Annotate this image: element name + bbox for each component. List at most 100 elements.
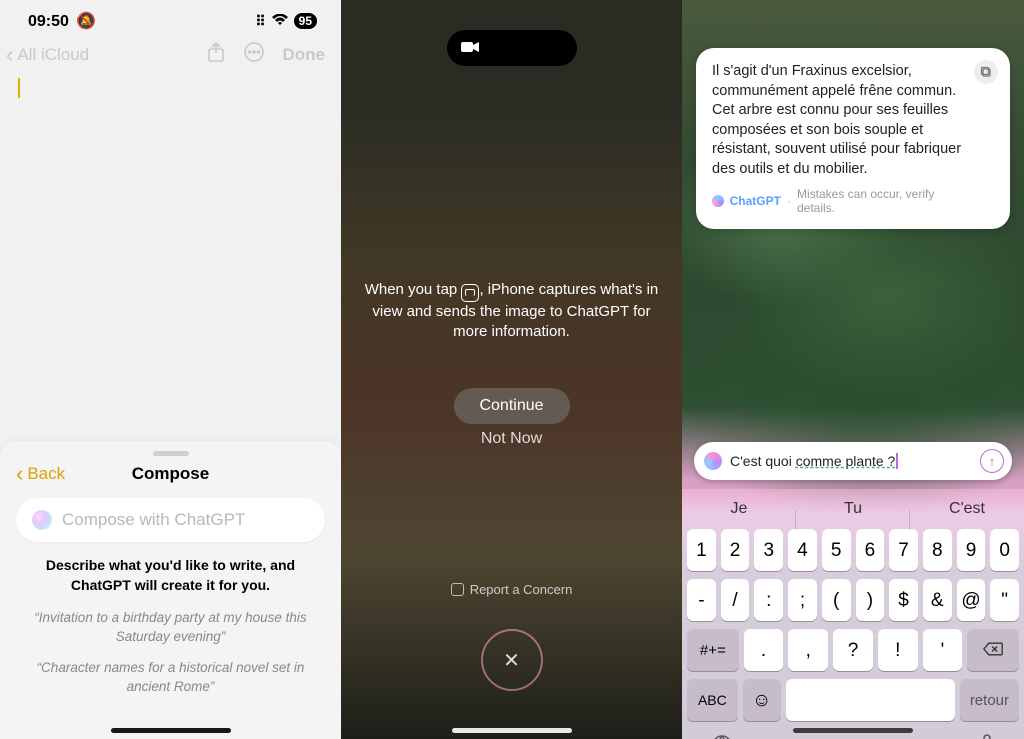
keyboard-row-2: - / : ; ( ) $ & @ "	[682, 579, 1024, 621]
tip-prefix: When you tap	[365, 281, 462, 298]
key-period[interactable]: .	[744, 629, 784, 671]
key-6[interactable]: 6	[856, 529, 885, 571]
report-link[interactable]: Report a Concern	[341, 582, 682, 597]
answer-card: Il s'agit d'un Fraxinus excelsior, commu…	[696, 48, 1010, 229]
panel-ask-chatgpt: Il s'agit d'un Fraxinus excelsior, commu…	[682, 0, 1024, 739]
key-exclaim[interactable]: !	[878, 629, 918, 671]
key-3[interactable]: 3	[754, 529, 783, 571]
panel-notes-compose: 09:50 🔕 ⠿ 95 ‹ All iCloud	[0, 0, 341, 739]
key-question[interactable]: ?	[833, 629, 873, 671]
status-right: ⠿ 95	[255, 13, 317, 30]
keyboard-row-1: 1 2 3 4 5 6 7 8 9 0	[682, 529, 1024, 571]
key-delete[interactable]	[967, 629, 1019, 671]
close-button[interactable]: ✕	[481, 629, 543, 691]
key-0[interactable]: 0	[990, 529, 1019, 571]
text-cursor	[896, 453, 898, 469]
compose-input[interactable]: Compose with ChatGPT	[16, 498, 325, 542]
video-icon	[461, 40, 479, 57]
chatgpt-icon	[712, 195, 724, 207]
ask-underlined: comme plante ?	[796, 453, 896, 469]
key-symbols[interactable]: #+=	[687, 629, 739, 671]
disclaimer-text: Mistakes can occur, verify details.	[797, 187, 970, 215]
intelligence-icon	[32, 510, 52, 530]
note-editor[interactable]	[0, 72, 341, 109]
time-value: 09:50	[28, 13, 69, 30]
ask-input[interactable]: C'est quoi comme plante ? ↑	[694, 442, 1012, 480]
key-dollar[interactable]: $	[889, 579, 918, 621]
chevron-left-icon: ‹	[16, 461, 23, 487]
sheet-back-label: Back	[27, 464, 65, 484]
dynamic-island[interactable]	[447, 30, 577, 66]
answer-meta: ChatGPT · Mistakes can occur, verify det…	[712, 187, 970, 215]
key-5[interactable]: 5	[822, 529, 851, 571]
done-button[interactable]: Done	[283, 45, 326, 65]
delete-icon	[983, 642, 1003, 659]
key-8[interactable]: 8	[923, 529, 952, 571]
key-space[interactable]	[786, 679, 955, 721]
sheet-grabber[interactable]	[153, 451, 189, 456]
dnd-icon: 🔕	[76, 13, 96, 30]
emoji-icon: ☺	[752, 691, 771, 710]
key-semicolon[interactable]: ;	[788, 579, 817, 621]
answer-source: ChatGPT	[730, 194, 781, 208]
compose-example-1: “Invitation to a birthday party at my ho…	[16, 605, 325, 655]
panel-visual-intelligence: When you tap , iPhone captures what's in…	[341, 0, 682, 739]
key-lparen[interactable]: (	[822, 579, 851, 621]
key-2[interactable]: 2	[721, 529, 750, 571]
close-icon: ✕	[503, 648, 520, 673]
home-indicator[interactable]	[793, 728, 913, 733]
key-return[interactable]: retour	[960, 679, 1019, 721]
key-colon[interactable]: :	[754, 579, 783, 621]
compose-example-2: “Character names for a historical novel …	[16, 655, 325, 705]
keyboard-row-3: #+= . , ? ! '	[682, 629, 1024, 671]
continue-button[interactable]: Continue	[453, 388, 569, 424]
key-4[interactable]: 4	[788, 529, 817, 571]
notes-nav: ‹ All iCloud Done	[0, 35, 341, 72]
key-emoji[interactable]: ☺	[743, 679, 781, 721]
status-time: 09:50 🔕	[28, 11, 96, 31]
sheet-back-button[interactable]: ‹ Back	[16, 461, 65, 487]
intelligence-icon	[704, 452, 722, 470]
keyboard-suggestions: Je Tu C'est	[682, 489, 1024, 529]
key-7[interactable]: 7	[889, 529, 918, 571]
key-apostrophe[interactable]: '	[923, 629, 963, 671]
keyboard: Je Tu C'est 1 2 3 4 5 6 7 8 9 0 - / : ;	[682, 489, 1024, 739]
send-button[interactable]: ↑	[980, 449, 1004, 473]
back-button[interactable]: ‹ All iCloud	[6, 44, 89, 66]
copy-button[interactable]	[974, 60, 998, 84]
key-1[interactable]: 1	[687, 529, 716, 571]
home-indicator[interactable]	[111, 728, 231, 733]
mic-icon[interactable]	[978, 733, 996, 739]
answer-text: Il s'agit d'un Fraxinus excelsior, commu…	[712, 62, 970, 179]
more-icon[interactable]	[243, 41, 265, 68]
share-icon[interactable]	[207, 41, 225, 68]
keyboard-row-4: ABC ☺ retour	[682, 679, 1024, 721]
cell-icon: ⠿	[255, 13, 265, 30]
compose-placeholder: Compose with ChatGPT	[62, 510, 245, 530]
suggestion-3[interactable]: C'est	[910, 500, 1024, 518]
not-now-button[interactable]: Not Now	[341, 430, 682, 448]
status-bar: 09:50 🔕 ⠿ 95	[0, 0, 341, 35]
report-label: Report a Concern	[470, 582, 573, 597]
key-slash[interactable]: /	[721, 579, 750, 621]
compose-description: Describe what you'd like to write, and C…	[16, 542, 325, 605]
sheet-title: Compose	[132, 464, 209, 484]
key-quote[interactable]: "	[990, 579, 1019, 621]
suggestion-2[interactable]: Tu	[796, 500, 910, 518]
back-label: All iCloud	[17, 45, 89, 65]
key-amp[interactable]: &	[923, 579, 952, 621]
key-rparen[interactable]: )	[856, 579, 885, 621]
info-text: When you tap , iPhone captures what's in…	[361, 280, 662, 342]
text-cursor	[18, 78, 20, 98]
suggestion-1[interactable]: Je	[682, 500, 796, 518]
flag-icon	[451, 583, 464, 596]
key-abc[interactable]: ABC	[687, 679, 738, 721]
home-indicator[interactable]	[452, 728, 572, 733]
ask-plain: C'est quoi	[730, 453, 796, 469]
compose-sheet: ‹ Back Compose Compose with ChatGPT Desc…	[0, 441, 341, 739]
globe-icon[interactable]	[710, 733, 734, 739]
key-comma[interactable]: ,	[788, 629, 828, 671]
key-at[interactable]: @	[957, 579, 986, 621]
key-dash[interactable]: -	[687, 579, 716, 621]
key-9[interactable]: 9	[957, 529, 986, 571]
